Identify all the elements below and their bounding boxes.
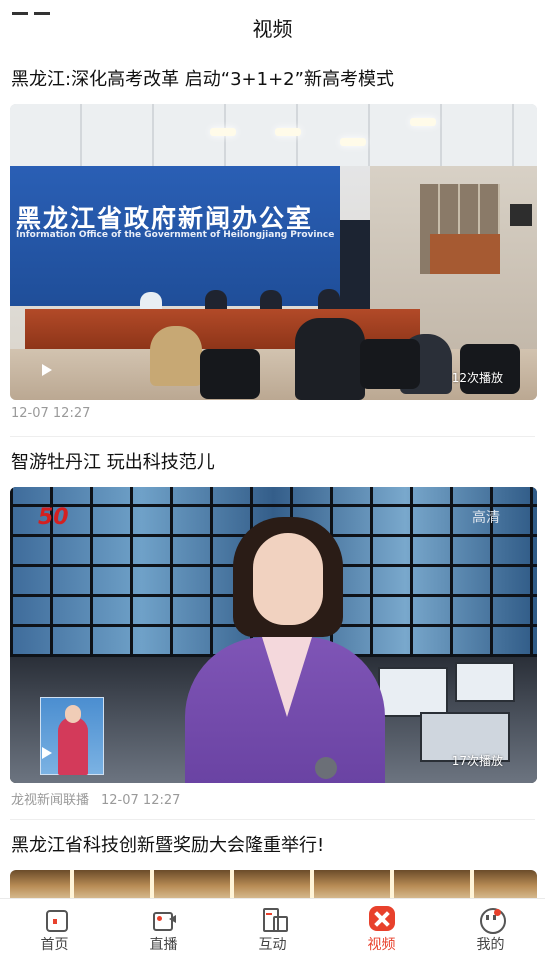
tab-label: 互动 [258, 937, 287, 953]
tab-mine[interactable]: 我的 [436, 899, 545, 954]
video-source: 龙视新闻联播 [11, 793, 90, 808]
tab-label: 首页 [40, 937, 69, 953]
video-meta: 12-07 12:27 [10, 400, 535, 436]
play-icon[interactable] [32, 739, 60, 767]
video-title[interactable]: 黑龙江省科技创新暨奖励大会隆重举行! [10, 820, 535, 870]
profile-icon [478, 906, 506, 934]
tab-live[interactable]: 直播 [109, 899, 218, 954]
page-title: 视频 [252, 16, 293, 41]
hd-badge: 高清 [472, 510, 500, 526]
video-icon [368, 906, 395, 931]
view-count: 12次播放 [451, 371, 503, 385]
video-thumbnail[interactable]: 黑龙江省政府新闻办公室 Information Office of the Go… [10, 104, 537, 400]
tab-interact[interactable]: 互动 [218, 899, 327, 954]
interact-icon [260, 906, 288, 932]
tab-home[interactable]: 首页 [0, 899, 109, 954]
video-card[interactable]: 黑龙江:深化高考改革 启动“3+1+2”新高考模式 黑龙江省政府新闻办公室 In… [0, 54, 545, 436]
view-count: 17次播放 [451, 754, 503, 768]
thumbnail-image: 50 高清 [10, 487, 537, 783]
tab-video[interactable]: 视频 [327, 899, 436, 954]
video-title[interactable]: 智游牡丹江 玩出科技范儿 [10, 437, 535, 487]
play-icon[interactable] [32, 356, 60, 384]
video-thumbnail[interactable] [10, 870, 537, 898]
video-card[interactable]: 智游牡丹江 玩出科技范儿 50 高清 17次播放 龙视新闻联播 12-07 12… [0, 437, 545, 819]
thumbnail-image: 黑龙江省政府新闻办公室 Information Office of the Go… [10, 104, 537, 400]
video-title[interactable]: 黑龙江:深化高考改革 启动“3+1+2”新高考模式 [10, 54, 535, 104]
publish-time: 12-07 12:27 [101, 793, 181, 808]
video-card[interactable]: 黑龙江省科技创新暨奖励大会隆重举行! [0, 820, 545, 898]
backdrop-sign-en: Information Office of the Government of … [16, 230, 335, 240]
tab-label: 我的 [476, 937, 505, 953]
tab-label: 直播 [149, 937, 178, 953]
video-meta: 龙视新闻联播 12-07 12:27 [10, 783, 535, 819]
live-camera-icon [151, 906, 177, 931]
page-header: 视频 [0, 0, 545, 54]
bottom-tab-bar: 首页 直播 互动 视频 我的 [0, 898, 545, 954]
channel-logo: 50 [38, 505, 69, 530]
publish-time: 12-07 12:27 [11, 406, 91, 421]
video-thumbnail[interactable]: 50 高清 17次播放 [10, 487, 537, 783]
home-icon [42, 906, 68, 932]
tab-label: 视频 [367, 937, 396, 953]
video-feed[interactable]: 黑龙江:深化高考改革 启动“3+1+2”新高考模式 黑龙江省政府新闻办公室 In… [0, 54, 545, 898]
